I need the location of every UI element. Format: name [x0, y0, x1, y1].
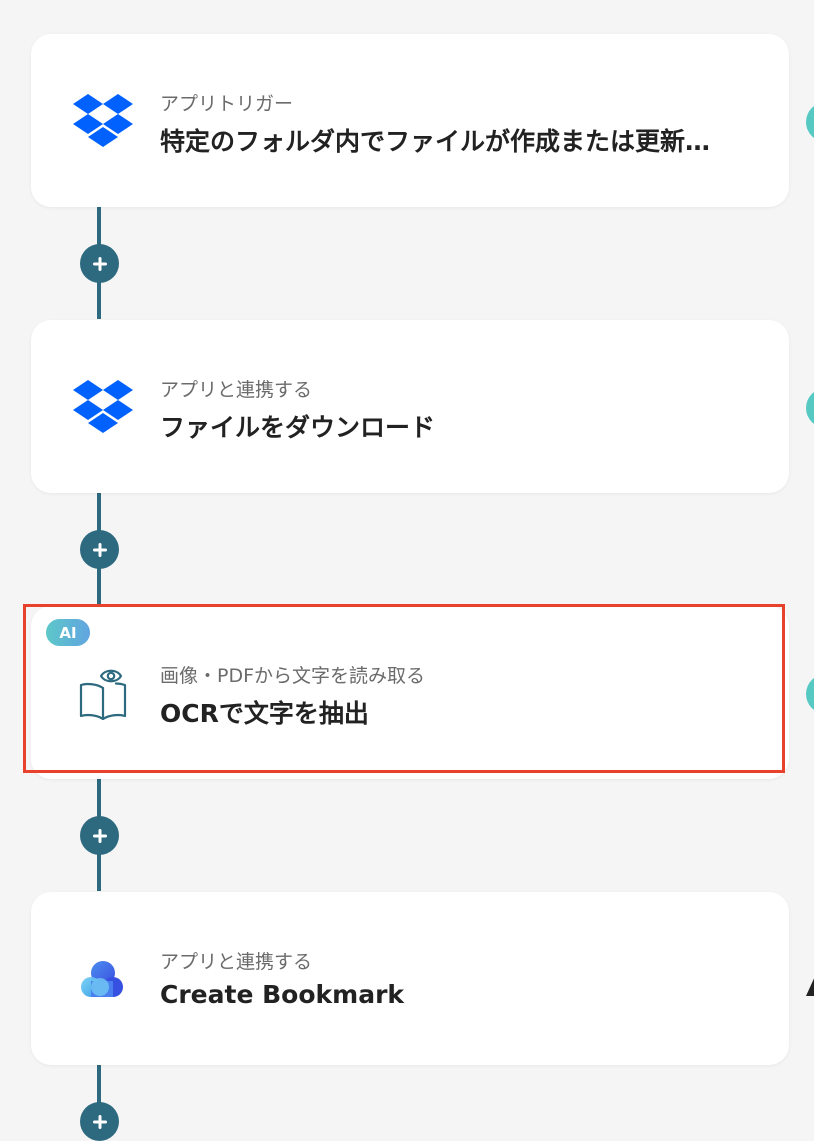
ai-badge: AI — [46, 619, 90, 646]
plus-icon — [92, 1114, 107, 1129]
step-status-dot — [806, 102, 814, 142]
add-step-button[interactable] — [80, 244, 119, 283]
flow-step-card-trigger[interactable]: アプリトリガー 特定のフォルダ内でファイルが作成または更新されたら — [31, 34, 789, 207]
step-category: アプリと連携する — [160, 379, 313, 401]
step-title: Create Bookmark — [160, 980, 405, 1009]
step-title: ファイルをダウンロード — [160, 413, 436, 442]
add-step-button[interactable] — [80, 1102, 119, 1141]
cloud-app-icon — [73, 949, 133, 1009]
flow-step-card-download[interactable]: アプリと連携する ファイルをダウンロード — [31, 320, 789, 493]
step-category: アプリと連携する — [160, 951, 313, 973]
plus-icon — [92, 828, 107, 843]
step-status-dot — [806, 388, 814, 428]
dropbox-icon — [73, 91, 133, 151]
flow-step-card-bookmark[interactable]: アプリと連携する Create Bookmark — [31, 892, 789, 1065]
add-step-button[interactable] — [80, 816, 119, 855]
dropbox-icon — [73, 377, 133, 437]
plus-icon — [92, 542, 107, 557]
step-status-dot — [806, 674, 814, 714]
plus-icon — [92, 256, 107, 271]
step-category: アプリトリガー — [160, 93, 294, 115]
step-title: 特定のフォルダ内でファイルが作成または更新されたら — [160, 127, 720, 156]
ocr-book-eye-icon — [73, 663, 133, 723]
add-step-button[interactable] — [80, 530, 119, 569]
step-title: OCRで文字を抽出 — [160, 699, 369, 728]
flow-step-card-ocr[interactable]: AI 画像・PDFから文字を読み取る OCRで文字を抽出 — [31, 606, 789, 779]
step-status-marker — [806, 974, 814, 996]
step-category: 画像・PDFから文字を読み取る — [160, 665, 426, 687]
